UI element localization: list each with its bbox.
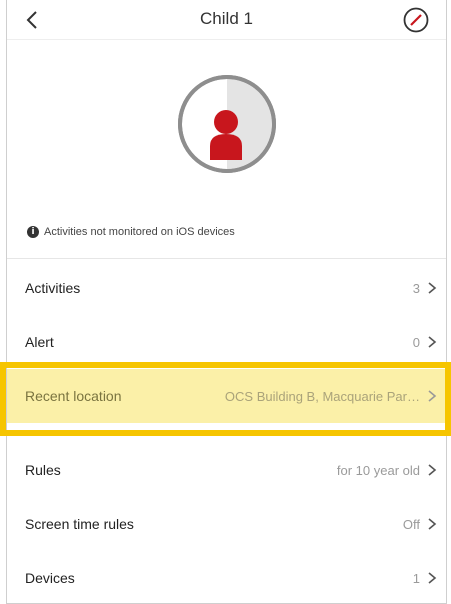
menu-item-value: Off: [402, 516, 420, 532]
header-bar: Child 1: [7, 0, 446, 40]
child-avatar-icon[interactable]: [177, 74, 277, 174]
screen: Child 1 i Activities not monitored on iO…: [6, 0, 447, 604]
divider: [7, 258, 446, 259]
chevron-right-icon: [428, 464, 437, 476]
menu-item-label: Alert: [25, 334, 54, 350]
menu-item-screen-time-rules[interactable]: Screen time rules Off: [7, 497, 446, 551]
menu-item-label: Rules: [25, 462, 61, 478]
menu-item-value: OCS Building B, Macquarie Par…: [224, 388, 420, 404]
menu-item-label: Activities: [25, 280, 81, 296]
menu-item-value: 0: [412, 334, 420, 350]
chevron-right-icon: [428, 336, 437, 348]
chevron-right-icon: [428, 518, 437, 530]
menu-item-alert[interactable]: Alert 0: [7, 315, 446, 369]
info-icon: i: [27, 226, 39, 238]
chevron-right-icon: [428, 572, 437, 584]
notice-text: Activities not monitored on iOS devices: [44, 226, 235, 238]
menu-item-label: Screen time rules: [25, 516, 134, 532]
chevron-right-icon: [428, 390, 437, 402]
menu-item-label: Recent location: [25, 388, 122, 404]
menu-item-rules[interactable]: Rules for 10 year old: [7, 443, 446, 497]
page-title: Child 1: [200, 9, 253, 28]
ios-notice: i Activities not monitored on iOS device…: [27, 226, 235, 238]
chevron-right-icon: [428, 282, 437, 294]
menu-item-activities[interactable]: Activities 3: [7, 261, 446, 315]
menu-item-recent-location[interactable]: Recent location OCS Building B, Macquari…: [7, 369, 446, 423]
menu-item-devices[interactable]: Devices 1: [7, 551, 446, 604]
menu-item-value: 3: [412, 280, 420, 296]
menu-item-value: for 10 year old: [336, 462, 420, 478]
menu-item-value: 1: [412, 570, 420, 586]
menu-item-label: Devices: [25, 570, 75, 586]
compass-icon[interactable]: [402, 6, 430, 34]
